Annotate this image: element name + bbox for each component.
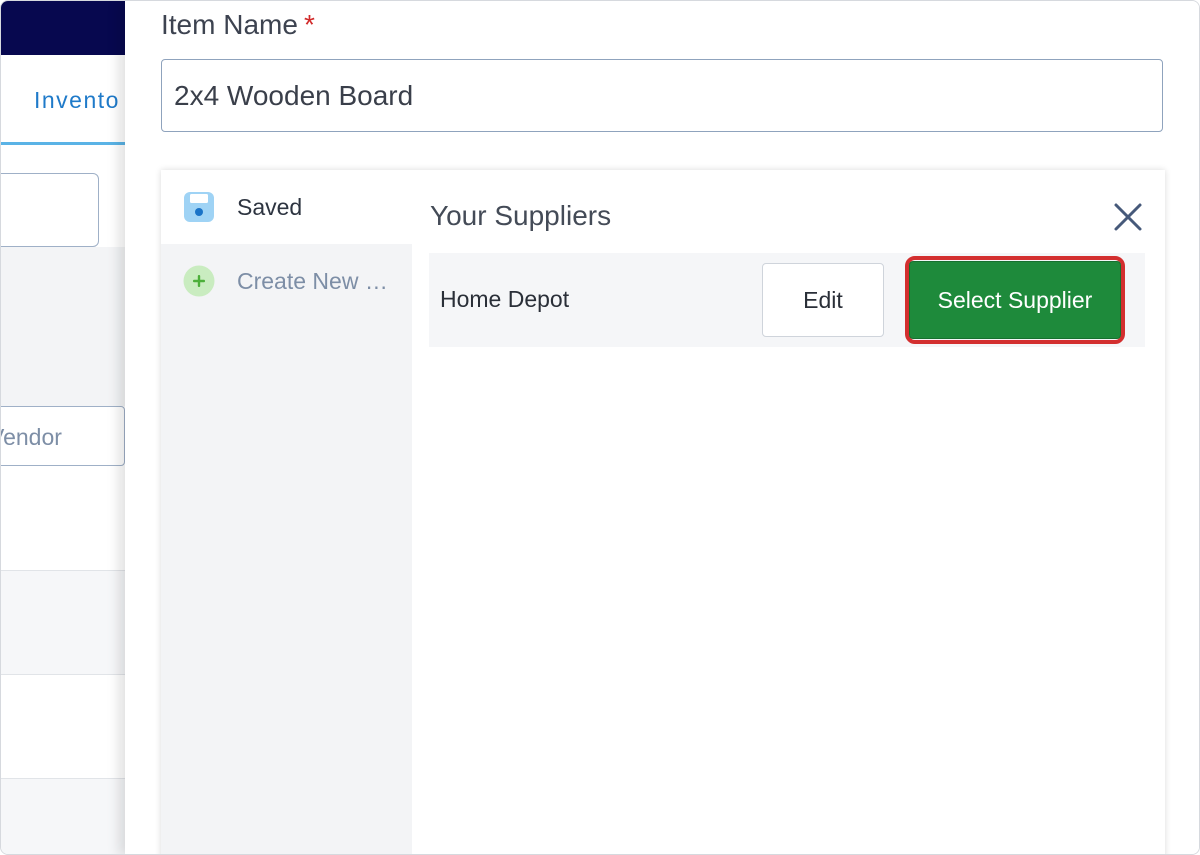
close-icon[interactable]: [1111, 200, 1145, 234]
floppy-disk-icon: [184, 192, 214, 222]
table-row[interactable]: [1, 570, 125, 674]
supplier-side-menu: Saved Create New …: [161, 170, 412, 854]
edit-supplier-button[interactable]: Edit: [762, 263, 884, 337]
table-row[interactable]: [1, 674, 125, 778]
side-menu-label: Create New …: [237, 267, 388, 294]
tab-inventory[interactable]: Invento: [34, 87, 120, 114]
side-menu-item-create-new[interactable]: Create New …: [161, 244, 412, 318]
item-name-input[interactable]: [161, 59, 1163, 132]
item-name-label: Item Name *: [161, 9, 315, 40]
background-section: [1, 247, 125, 406]
select-supplier-button[interactable]: Select Supplier: [909, 261, 1121, 339]
supplier-list-item: Home Depot Edit Select Supplier: [429, 253, 1145, 347]
plus-circle-icon: [183, 265, 215, 297]
background-input-field[interactable]: [1, 173, 99, 247]
supplier-name: Home Depot: [440, 286, 570, 312]
app-window: Invento Vendor Item Name* Saved: [0, 0, 1200, 855]
table-row[interactable]: [1, 778, 125, 854]
active-tab-indicator: [1, 142, 125, 145]
top-navbar: [1, 1, 131, 55]
vendor-field-placeholder: Vendor: [1, 424, 62, 450]
side-menu-item-saved[interactable]: Saved: [161, 170, 412, 244]
item-edit-modal: Item Name* Saved: [125, 1, 1199, 854]
suppliers-heading: Your Suppliers: [430, 200, 612, 231]
side-menu-label: Saved: [237, 193, 303, 220]
required-indicator: *: [303, 9, 315, 40]
supplier-picker-panel: Saved Create New … Your Suppliers Home D: [161, 170, 1165, 854]
